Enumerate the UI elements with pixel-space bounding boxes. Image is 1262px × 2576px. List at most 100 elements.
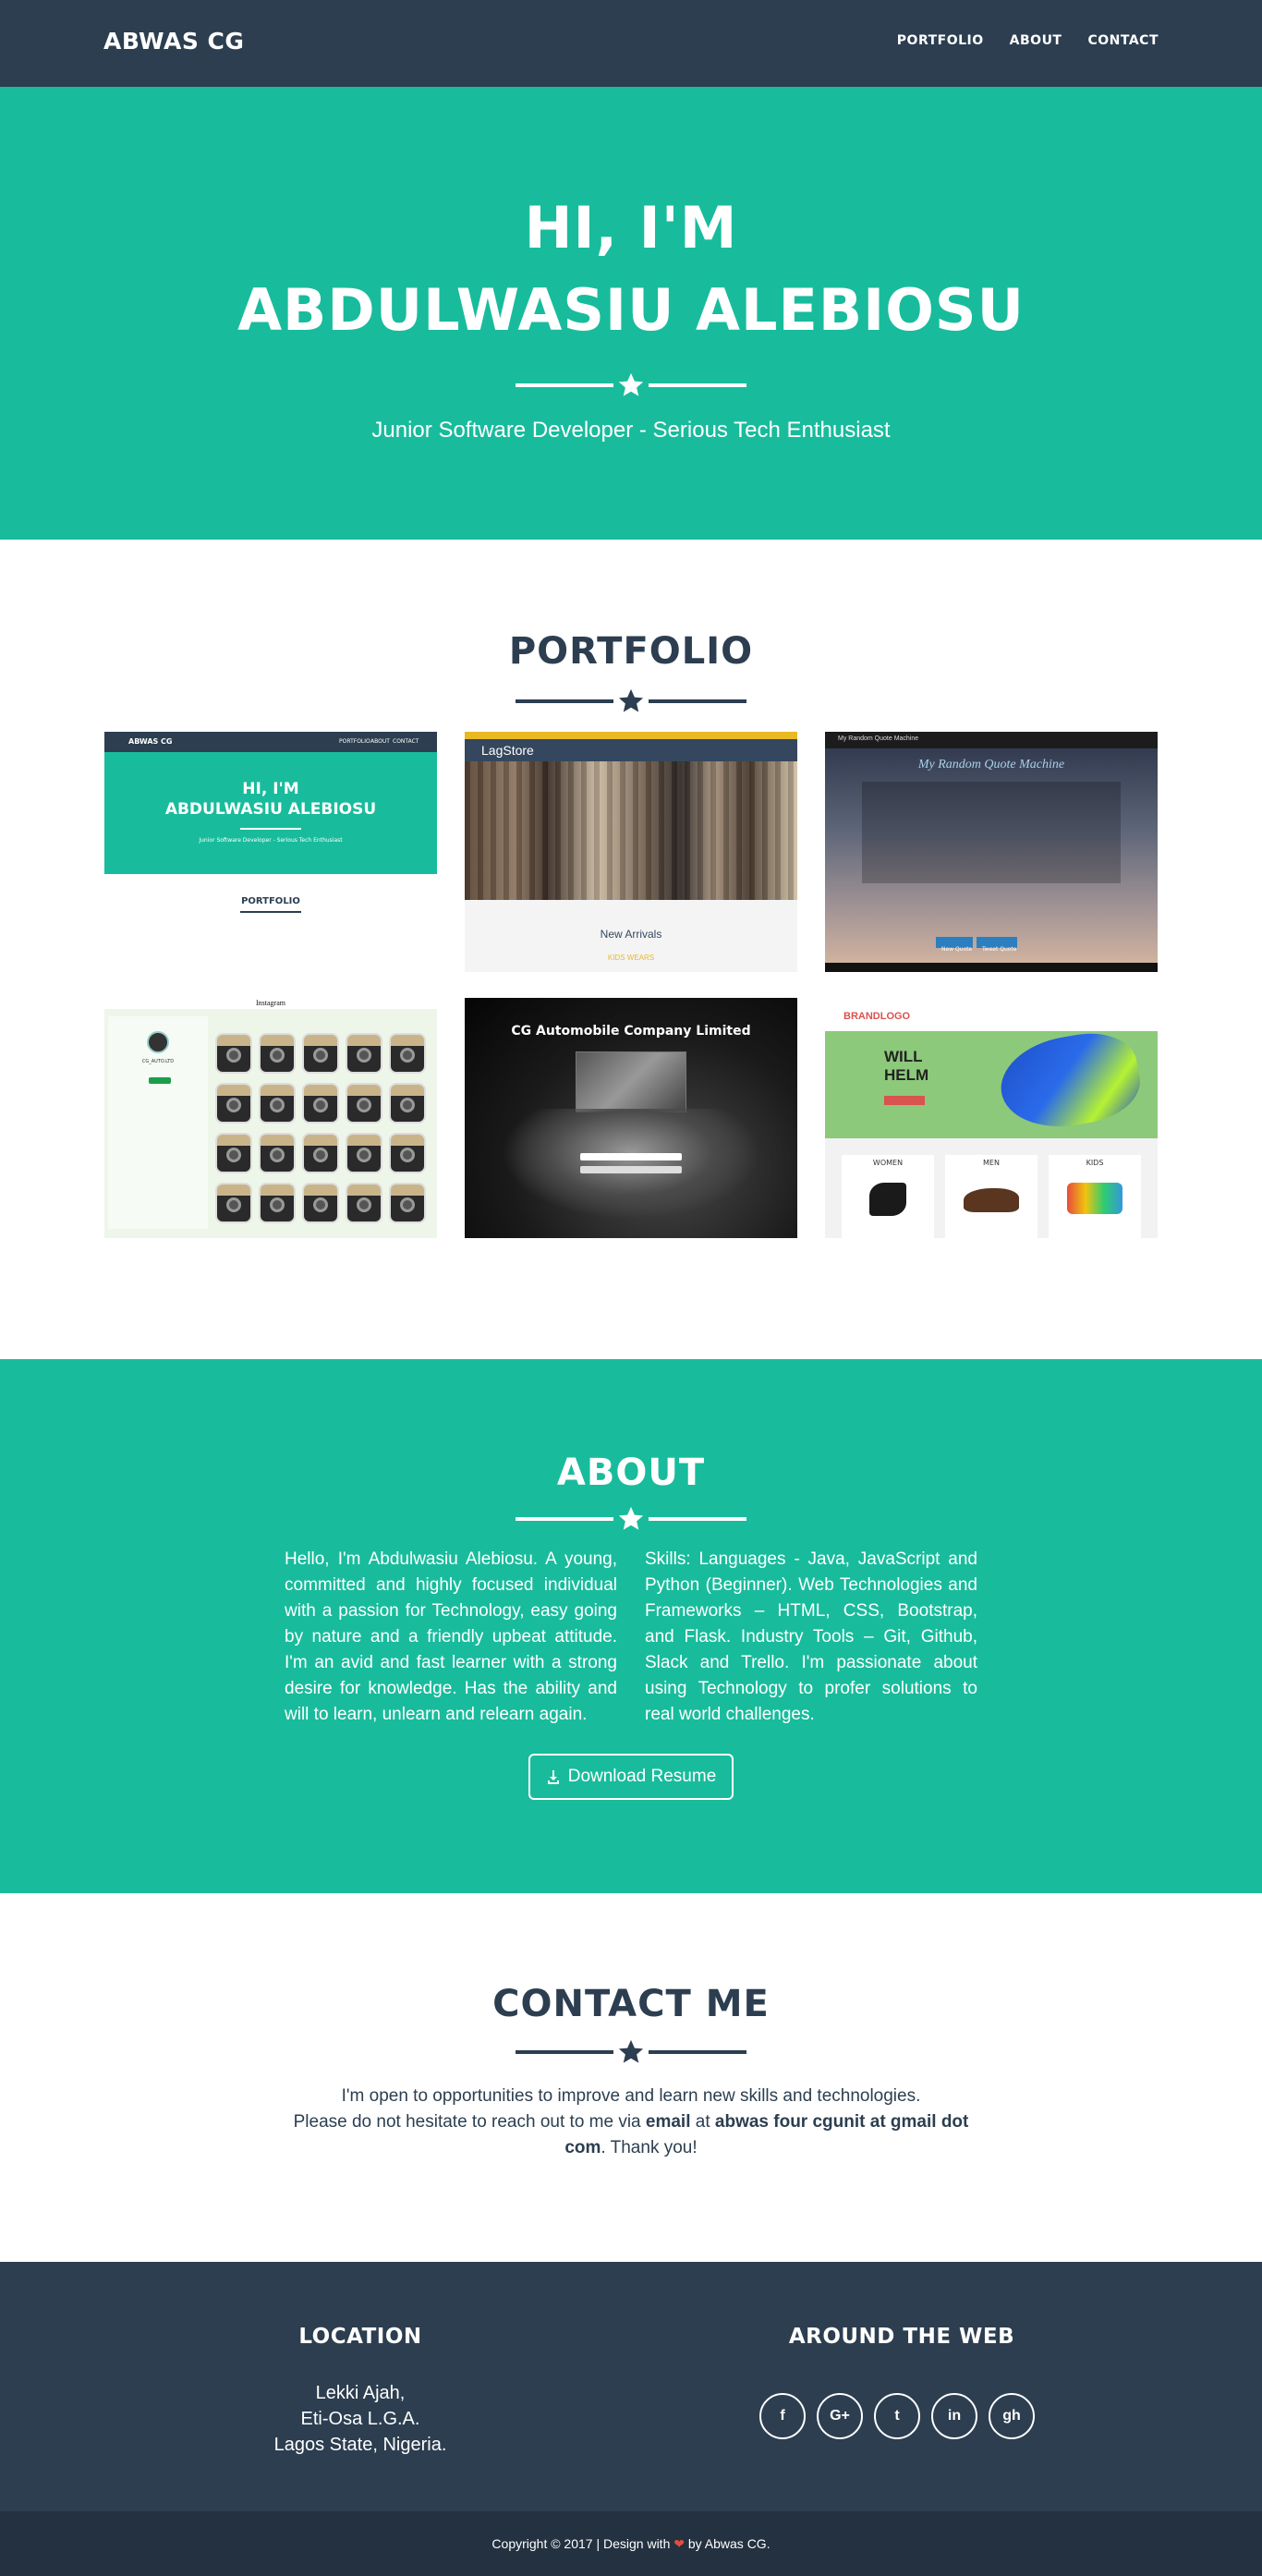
portfolio-item-brand-store[interactable]: BRANDLOGO WILL HELM WOMEN MEN KIDS bbox=[825, 998, 1158, 1238]
footer: LOCATION Lekki Ajah, Eti-Osa L.G.A. Lago… bbox=[0, 2262, 1262, 2511]
portfolio-star-divider bbox=[0, 687, 1262, 715]
thumb-quote-title: My Random Quote Machine bbox=[917, 758, 1065, 772]
about-title: ABOUT bbox=[556, 1452, 706, 1494]
thumb-subcaption: KIDS WEARS bbox=[607, 954, 655, 962]
portfolio-title: PORTFOLIO bbox=[508, 630, 754, 673]
address-line: Lagos State, Nigeria. bbox=[273, 2435, 447, 2455]
thumb-lagstore-logo: LagStore bbox=[481, 743, 534, 758]
instagram-tile-icon bbox=[346, 1033, 382, 1074]
instagram-tile-icon bbox=[259, 1033, 296, 1074]
portfolio-item-quote-machine[interactable]: My Random Quote Machine My Random Quote … bbox=[825, 732, 1158, 972]
thumb-tweet-quote: Tweet Quote bbox=[982, 946, 1017, 953]
copyright-author: by Abwas CG. bbox=[684, 2536, 771, 2551]
location-title: LOCATION bbox=[298, 2325, 422, 2349]
thumb-nav-portfolio: PORTFOLIO bbox=[339, 738, 370, 745]
facebook-icon[interactable]: f bbox=[759, 2393, 806, 2439]
copyright-bar: Copyright © 2017 | Design with ❤ by Abwa… bbox=[0, 2511, 1262, 2576]
star-icon bbox=[618, 2039, 644, 2063]
thumb-nav-contact: CONTACT bbox=[393, 738, 419, 745]
star-divider bbox=[0, 371, 1262, 399]
hero-name: ABDULWASIU ALEBIOSU bbox=[237, 276, 1025, 344]
hero-tagline: Junior Software Developer - Serious Tech… bbox=[371, 418, 891, 443]
download-resume-button[interactable]: Download Resume bbox=[528, 1754, 734, 1800]
portfolio-item-instagram[interactable]: Instagram CG_AUTO.LTD bbox=[104, 998, 437, 1238]
instagram-tile-icon bbox=[259, 1133, 296, 1173]
nav-link-contact[interactable]: CONTACT bbox=[1087, 33, 1159, 48]
instagram-tile-icon bbox=[346, 1183, 382, 1223]
instagram-tile-icon bbox=[215, 1083, 252, 1124]
thumb-brand-logo: BRANDLOGO bbox=[843, 1011, 911, 1022]
instagram-tile-icon bbox=[302, 1183, 339, 1223]
about-star-divider bbox=[0, 1505, 1262, 1533]
instagram-tile-icon bbox=[215, 1033, 252, 1074]
instagram-tile-icon bbox=[215, 1183, 252, 1223]
thumb-section-title: PORTFOLIO bbox=[241, 896, 300, 906]
instagram-tile-icon bbox=[346, 1133, 382, 1173]
about-skills: Skills: Languages - Java, JavaScript and… bbox=[645, 1549, 977, 1724]
social-links: f G+ t in gh bbox=[759, 2393, 1035, 2439]
thumb-new-quote: New Quote bbox=[941, 946, 973, 953]
nav-menu: PORTFOLIO ABOUT CONTACT bbox=[897, 33, 1159, 48]
instagram-tile-icon bbox=[215, 1133, 252, 1173]
thumb-auto-title: CG Automobile Company Limited bbox=[511, 1024, 751, 1039]
thumb-label-women: WOMEN bbox=[872, 1159, 904, 1167]
twitter-icon[interactable]: t bbox=[874, 2393, 920, 2439]
contact-title: CONTACT ME bbox=[492, 1983, 770, 2025]
instagram-tile-icon bbox=[302, 1033, 339, 1074]
nav-link-portfolio[interactable]: PORTFOLIO bbox=[897, 33, 984, 48]
thumb-tab: My Random Quote Machine bbox=[838, 735, 919, 742]
linkedin-icon[interactable]: in bbox=[931, 2393, 977, 2439]
about-section: ABOUT Hello, I'm Abdulwasiu Alebiosu. A … bbox=[0, 1359, 1262, 1893]
instagram-tile-icon bbox=[346, 1083, 382, 1124]
thumb-insta-title: Instagram bbox=[256, 999, 285, 1007]
navbar: ABWAS CG PORTFOLIO ABOUT CONTACT bbox=[0, 0, 1262, 87]
thumb-insta-user: CG_AUTO.LTD bbox=[141, 1059, 175, 1064]
brand-logo[interactable]: ABWAS CG bbox=[103, 28, 244, 55]
address-line: Eti-Osa L.G.A. bbox=[300, 2409, 420, 2429]
heart-icon: ❤ bbox=[673, 2536, 685, 2551]
thumb-hero-tagline: Junior Software Developer - Serious Tech… bbox=[199, 837, 343, 844]
location-address: Lekki Ajah, Eti-Osa L.G.A. Lagos State, … bbox=[222, 2380, 499, 2458]
thumb-nav-about: ABOUT bbox=[370, 738, 390, 745]
github-icon[interactable]: gh bbox=[989, 2393, 1035, 2439]
contact-line-1: I'm open to opportunities to improve and… bbox=[341, 2086, 921, 2106]
hero-greeting: HI, I'M bbox=[524, 194, 738, 261]
instagram-tile-icon bbox=[389, 1083, 426, 1124]
thumb-label-kids: KIDS bbox=[1086, 1159, 1104, 1167]
google-plus-icon[interactable]: G+ bbox=[817, 2393, 863, 2439]
address-line: Lekki Ajah, bbox=[315, 2383, 406, 2403]
star-icon bbox=[618, 372, 644, 396]
instagram-tile-icon bbox=[259, 1183, 296, 1223]
about-bio: Hello, I'm Abdulwasiu Alebiosu. A young,… bbox=[285, 1549, 617, 1724]
download-icon bbox=[547, 1770, 559, 1784]
instagram-tile-icon bbox=[389, 1183, 426, 1223]
copyright-text: Copyright © 2017 | Design with bbox=[491, 2536, 674, 2551]
thumb-banner-1: WILL bbox=[884, 1048, 923, 1065]
thumb-store-image bbox=[465, 761, 797, 900]
thumb-insta-grid bbox=[215, 1033, 433, 1229]
around-web-title: AROUND THE WEB bbox=[788, 2325, 1015, 2349]
contact-star-divider bbox=[0, 2038, 1262, 2066]
thumb-banner-2: HELM bbox=[884, 1066, 929, 1084]
thumb-caption: New Arrivals bbox=[600, 928, 662, 941]
star-icon bbox=[618, 688, 644, 712]
portfolio-item-personal-site[interactable]: ABWAS CG PORTFOLIO ABOUT CONTACT HI, I'M… bbox=[104, 732, 437, 972]
thumb-hero-name: ABDULWASIU ALEBIOSU bbox=[164, 800, 377, 819]
instagram-tile-icon bbox=[389, 1133, 426, 1173]
thumb-label-men: MEN bbox=[983, 1159, 1000, 1167]
thumb-brand: ABWAS CG bbox=[128, 737, 173, 746]
nav-link-about[interactable]: ABOUT bbox=[1010, 33, 1062, 48]
portfolio-item-cg-automobile[interactable]: CG Automobile Company Limited bbox=[465, 998, 797, 1238]
hero-section: HI, I'M ABDULWASIU ALEBIOSU Junior Softw… bbox=[0, 87, 1262, 540]
instagram-tile-icon bbox=[389, 1033, 426, 1074]
download-resume-label: Download Resume bbox=[567, 1767, 717, 1786]
instagram-tile-icon bbox=[302, 1133, 339, 1173]
instagram-tile-icon bbox=[259, 1083, 296, 1124]
instagram-tile-icon bbox=[302, 1083, 339, 1124]
star-icon bbox=[618, 1506, 644, 1530]
contact-email-word: email bbox=[645, 2112, 691, 2132]
contact-line-2: Please do not hesitate to reach out to m… bbox=[293, 2112, 969, 2157]
contact-message: I'm open to opportunities to improve and… bbox=[285, 2084, 977, 2161]
portfolio-item-lagstore[interactable]: LagStore New Arrivals KIDS WEARS bbox=[465, 732, 797, 972]
thumb-hero-greeting: HI, I'M bbox=[242, 780, 299, 798]
